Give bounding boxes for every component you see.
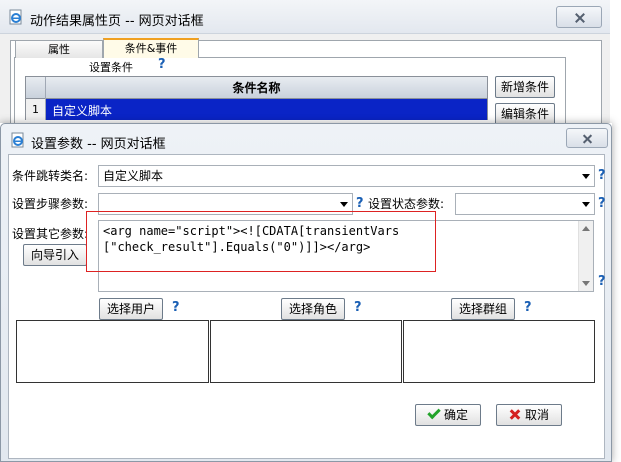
ok-button[interactable]: 确定 (415, 404, 481, 426)
select-group-button[interactable]: 选择群组 (451, 298, 515, 320)
table-row[interactable]: 1 自定义脚本 (26, 99, 487, 120)
dialog-titlebar: 设置参数 -- 网页对话框 (1, 124, 611, 154)
select-role-button[interactable]: 选择角色 (281, 298, 345, 320)
dropdown-arrow-icon (582, 202, 590, 207)
add-condition-button[interactable]: 新增条件 (495, 76, 555, 98)
dropdown-arrow-icon (582, 174, 590, 179)
check-icon (427, 405, 441, 420)
tab-properties[interactable]: 属性 (15, 40, 103, 58)
ie-page-icon (11, 132, 24, 148)
table-header: 条件名称 (26, 77, 487, 99)
dialog-title: 设置参数 -- 网页对话框 (31, 137, 166, 152)
jump-class-value: 自定义脚本 (103, 169, 164, 183)
edit-condition-button[interactable]: 编辑条件 (495, 103, 555, 125)
condition-table: 条件名称 1 自定义脚本 (25, 76, 488, 120)
tab-conditions-events[interactable]: 条件&事件 (103, 38, 199, 58)
help-icon[interactable]: ? (524, 300, 532, 315)
scroll-up-icon[interactable] (582, 226, 590, 231)
help-icon[interactable]: ? (598, 196, 606, 211)
row-number: 1 (26, 99, 46, 120)
state-param-select[interactable] (455, 193, 595, 215)
help-icon[interactable]: ? (354, 300, 362, 315)
group-legend: 设置条件 (86, 59, 136, 75)
ie-page-icon (9, 9, 22, 25)
background-titlebar: 动作结果属性页 -- 网页对话框 (0, 0, 610, 34)
select-user-button[interactable]: 选择用户 (99, 298, 163, 320)
help-icon[interactable]: ? (158, 57, 166, 72)
column-condition-name: 条件名称 (232, 81, 281, 95)
jump-class-label: 条件跳转类名: (12, 169, 89, 183)
background-dialog-title: 动作结果属性页 -- 网页对话框 (30, 14, 204, 29)
ok-label: 确定 (443, 408, 468, 422)
script-textarea[interactable]: <arg name="script"><![CDATA[transientVar… (98, 220, 594, 292)
step-param-label: 设置步骤参数: (12, 197, 89, 211)
other-param-label: 设置其它参数: (12, 227, 89, 241)
close-icon[interactable] (566, 128, 608, 148)
background-dialog: 动作结果属性页 -- 网页对话框 属性 条件&事件 设置条件 ? 条件名称 1 … (0, 0, 610, 140)
textarea-scrollbar[interactable] (578, 221, 593, 291)
cancel-label: 取消 (524, 408, 549, 422)
help-icon[interactable]: ? (598, 274, 606, 289)
table-header-index (26, 77, 46, 99)
group-list-box[interactable] (403, 320, 595, 383)
jump-class-select[interactable]: 自定义脚本 (98, 165, 595, 187)
cancel-button[interactable]: 取消 (496, 404, 562, 426)
help-icon[interactable]: ? (598, 168, 606, 183)
user-list-box[interactable] (16, 320, 209, 383)
close-icon[interactable] (556, 6, 602, 28)
state-param-label: 设置状态参数: (368, 197, 445, 211)
help-icon[interactable]: ? (356, 196, 364, 211)
role-list-box[interactable] (210, 320, 402, 383)
dropdown-arrow-icon (340, 202, 348, 207)
scroll-down-icon[interactable] (582, 281, 590, 286)
x-icon (509, 408, 521, 420)
help-icon[interactable]: ? (172, 300, 180, 315)
wizard-import-button[interactable]: 向导引入 (23, 244, 87, 266)
row-condition-name: 自定义脚本 (52, 104, 113, 118)
step-param-select[interactable] (98, 193, 353, 215)
